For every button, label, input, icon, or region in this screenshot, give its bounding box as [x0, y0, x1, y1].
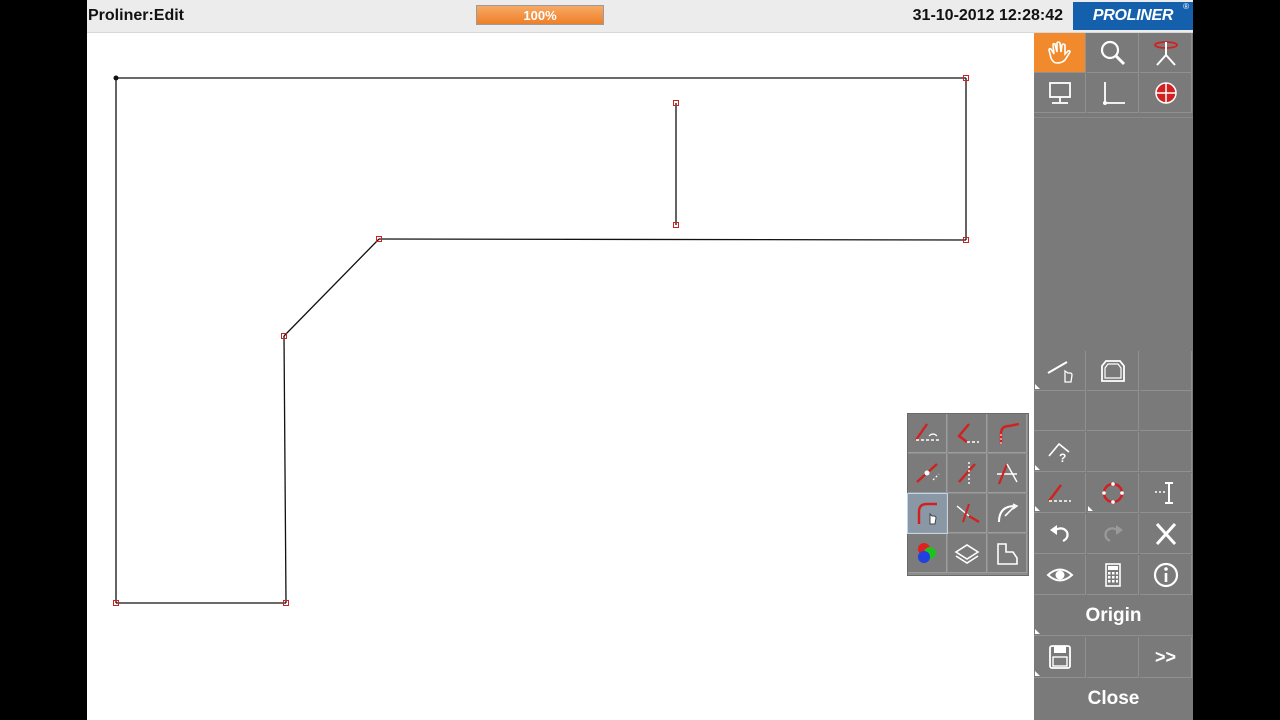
vertical-line-icon[interactable]: [948, 454, 987, 493]
app-title: Proliner:Edit: [88, 7, 185, 24]
empty-slot: [1087, 637, 1139, 678]
calculator-icon: [1104, 562, 1121, 587]
color-icon[interactable]: [908, 534, 947, 573]
angle-icon: [1047, 483, 1071, 502]
intersection-icon[interactable]: [988, 454, 1027, 493]
save-button[interactable]: [1034, 637, 1086, 678]
svg-text:?: ?: [1059, 451, 1066, 465]
measure-question-icon: ?: [1047, 442, 1069, 465]
shape-button[interactable]: [1087, 351, 1139, 391]
dimension-button[interactable]: [1140, 473, 1192, 513]
stylus-button[interactable]: [1140, 33, 1192, 73]
hand-icon: [1047, 40, 1071, 64]
empty-slot: [1140, 391, 1192, 431]
edge-inner-vertical[interactable]: [283, 335, 287, 604]
logo-registered: ®: [1183, 2, 1189, 11]
delete-button[interactable]: [1140, 514, 1192, 554]
eye-icon: [1046, 568, 1073, 581]
edge-diagonal[interactable]: [283, 238, 380, 337]
arc-corner-icon[interactable]: [988, 414, 1027, 453]
redo-button: [1087, 514, 1139, 554]
floppy-disk-icon: [1048, 645, 1071, 669]
close-x-icon: [1155, 522, 1176, 545]
hand-tool-button[interactable]: [1034, 33, 1086, 73]
profile-shape-icon[interactable]: [988, 534, 1027, 573]
rounded-shape-icon: [1100, 359, 1125, 382]
circle-tool-button[interactable]: [1087, 473, 1139, 513]
origin-point[interactable]: [113, 75, 119, 81]
origin-button[interactable]: Origin: [1034, 596, 1193, 636]
info-icon: [1153, 562, 1178, 587]
tool-sidebar: ? Origin >> Close: [1034, 33, 1193, 720]
tool-palette-popup: [907, 413, 1029, 576]
calculator-button[interactable]: [1087, 555, 1139, 595]
target-button[interactable]: [1140, 73, 1192, 113]
undo-icon: [1049, 524, 1069, 542]
undo-button[interactable]: [1034, 514, 1086, 554]
arc-direction-icon[interactable]: [988, 494, 1027, 533]
view-button[interactable]: [1034, 73, 1086, 113]
empty-slot: [1087, 432, 1139, 472]
drawing-canvas[interactable]: [87, 33, 1034, 720]
drawing-svg[interactable]: [87, 33, 1034, 720]
probe-stylus-icon: [1153, 40, 1178, 66]
layer-icon[interactable]: [948, 534, 987, 573]
monitor-icon: [1048, 81, 1071, 104]
progress-label: 100%: [523, 8, 557, 23]
edge-mid-horizontal[interactable]: [378, 238, 967, 241]
point-line-icon[interactable]: [908, 454, 947, 493]
progress-bar: 100%: [476, 5, 604, 25]
zoom-button[interactable]: [1087, 33, 1139, 73]
next-button[interactable]: >>: [1140, 637, 1192, 678]
close-button[interactable]: Close: [1034, 678, 1193, 720]
dimension-icon: [1154, 481, 1173, 504]
empty-slot: [1140, 432, 1192, 472]
datetime-display: 31-10-2012 12:28:42: [912, 7, 1063, 24]
angle-measure-icon[interactable]: [948, 414, 987, 453]
empty-slot: [1034, 391, 1086, 431]
application-window: Proliner:Edit 100% 31-10-2012 12:28:42 P…: [87, 0, 1193, 720]
angle-tool-button[interactable]: [1034, 473, 1086, 513]
line-select-button[interactable]: [1034, 351, 1086, 391]
curve-select-icon[interactable]: [907, 493, 948, 534]
empty-slot: [1140, 351, 1192, 391]
view-toggle-button[interactable]: [1034, 555, 1086, 595]
line-angle-icon[interactable]: [908, 414, 947, 453]
logo-text: PROLINER: [1092, 7, 1174, 24]
magnifier-icon: [1100, 40, 1125, 65]
empty-slot: [1087, 391, 1139, 431]
axis-corner-icon: [1102, 81, 1125, 105]
line-pointer-icon: [1046, 360, 1073, 383]
axis-button[interactable]: [1087, 73, 1139, 113]
proliner-logo: PROLINER ®: [1073, 2, 1193, 30]
sidebar-divider: [1034, 117, 1193, 118]
point-distance-icon[interactable]: [948, 494, 987, 533]
redo-icon: [1103, 524, 1123, 542]
crosshair-target-icon: [1154, 81, 1177, 104]
circle-points-icon: [1101, 481, 1124, 504]
info-button[interactable]: [1140, 555, 1192, 595]
title-bar: Proliner:Edit 100% 31-10-2012 12:28:42 P…: [87, 0, 1193, 33]
measure-query-button[interactable]: ?: [1034, 432, 1086, 472]
